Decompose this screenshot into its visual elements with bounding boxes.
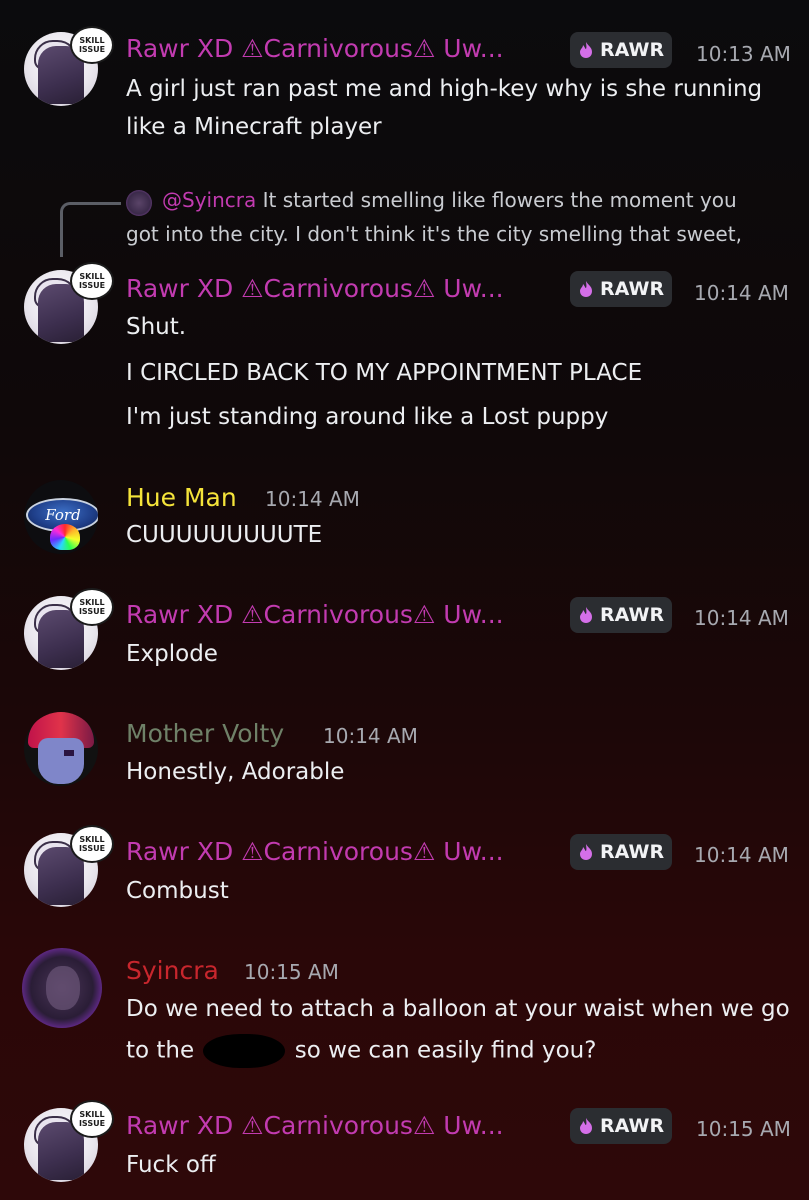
role-badge[interactable]: RAWR (570, 597, 673, 633)
reply-avatar[interactable] (126, 190, 152, 216)
flame-icon (580, 1118, 592, 1134)
rainbow-figure (50, 524, 80, 550)
timestamp: 10:14 AM (694, 606, 789, 630)
message-text: Explode (126, 641, 218, 667)
message-text: Combust (126, 878, 229, 904)
author-name[interactable]: Syincra (126, 956, 219, 985)
role-badge[interactable]: RAWR (570, 32, 673, 68)
message-text: I'm just standing around like a Lost pup… (126, 404, 609, 430)
reply-mention[interactable]: @Syincra (162, 188, 256, 212)
badge-label: RAWR (600, 604, 665, 626)
flame-icon (580, 607, 592, 623)
message-text: like a Minecraft player (126, 114, 382, 140)
badge-label: RAWR (600, 841, 665, 863)
skill-issue-sticker: SKILL ISSUE (70, 825, 114, 863)
reply-text: got into the city. I don't think it's th… (126, 222, 742, 246)
flame-icon (580, 844, 592, 860)
user-avatar[interactable] (22, 948, 102, 1028)
avatar-face (38, 738, 84, 784)
timestamp: 10:14 AM (323, 724, 418, 748)
badge-label: RAWR (600, 1115, 665, 1137)
author-name[interactable]: Hue Man (126, 483, 237, 512)
author-name[interactable]: Rawr XD ⚠Carnivorous⚠ Uw... (126, 34, 504, 63)
skill-issue-sticker: SKILL ISSUE (70, 262, 114, 300)
reply-connector (60, 202, 121, 257)
timestamp: 10:15 AM (244, 960, 339, 984)
timestamp: 10:14 AM (265, 487, 360, 511)
author-name[interactable]: Rawr XD ⚠Carnivorous⚠ Uw... (126, 1111, 504, 1140)
role-badge[interactable]: RAWR (570, 834, 673, 870)
message-text: Do we need to attach a balloon at your w… (126, 996, 790, 1022)
role-badge[interactable]: RAWR (570, 271, 673, 307)
timestamp: 10:14 AM (694, 281, 789, 305)
timestamp: 10:15 AM (696, 1117, 791, 1141)
badge-label: RAWR (600, 39, 665, 61)
message-text-part: to the (126, 1037, 195, 1064)
user-avatar[interactable]: Ford (24, 480, 98, 554)
timestamp: 10:14 AM (694, 843, 789, 867)
flame-icon (580, 42, 592, 58)
message-text: Honestly, Adorable (126, 759, 345, 785)
message-text: to the so we can easily find you? (126, 1034, 596, 1068)
timestamp: 10:13 AM (696, 42, 791, 66)
flame-icon (580, 281, 592, 297)
author-name[interactable]: Rawr XD ⚠Carnivorous⚠ Uw... (126, 274, 504, 303)
message-text: Shut. (126, 314, 187, 340)
skill-issue-sticker: SKILL ISSUE (70, 26, 114, 64)
avatar-eye (64, 750, 74, 756)
avatar-figure (46, 966, 80, 1010)
message-text: I CIRCLED BACK TO MY APPOINTMENT PLACE (126, 360, 643, 386)
message-text: A girl just ran past me and high-key why… (126, 76, 763, 102)
author-name[interactable]: Mother Volty (126, 719, 284, 748)
message-text-part: so we can easily find you? (294, 1037, 597, 1064)
reply-preview[interactable]: @Syincra It started smelling like flower… (162, 188, 737, 212)
author-name[interactable]: Rawr XD ⚠Carnivorous⚠ Uw... (126, 600, 504, 629)
skill-issue-sticker: SKILL ISSUE (70, 1100, 114, 1138)
message-text: Fuck off (126, 1152, 216, 1178)
reply-text: It started smelling like flowers the mom… (262, 188, 737, 212)
message-text: CUUUUUUUUUTE (126, 522, 323, 548)
redaction-scribble (203, 1034, 286, 1068)
author-name[interactable]: Rawr XD ⚠Carnivorous⚠ Uw... (126, 837, 504, 866)
skill-issue-sticker: SKILL ISSUE (70, 588, 114, 626)
badge-label: RAWR (600, 278, 665, 300)
role-badge[interactable]: RAWR (570, 1108, 673, 1144)
ford-logo-text: Ford (45, 506, 81, 524)
user-avatar[interactable] (24, 712, 98, 786)
